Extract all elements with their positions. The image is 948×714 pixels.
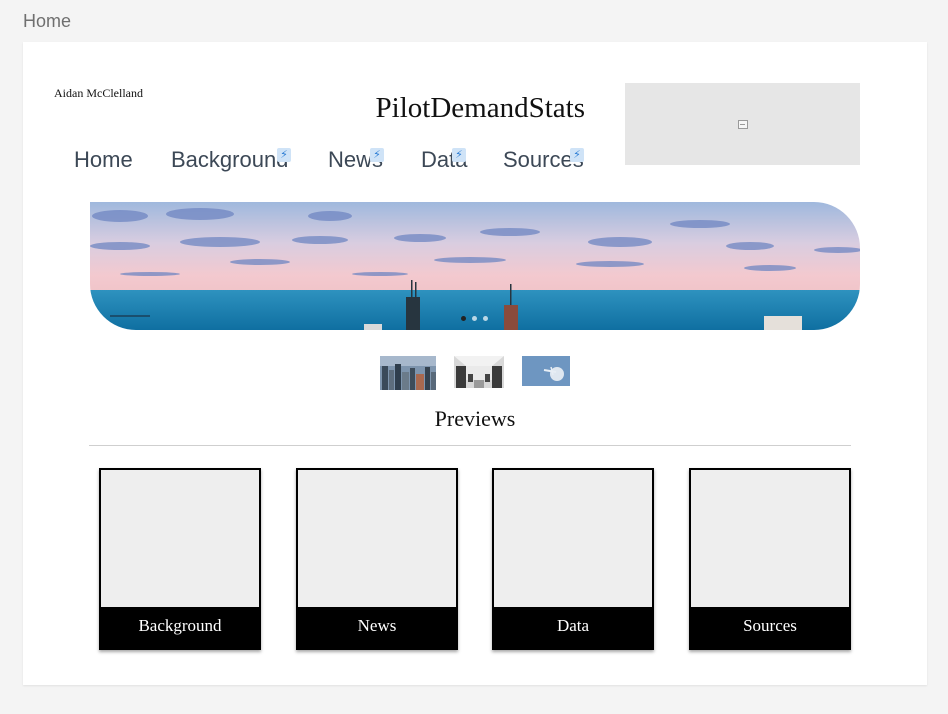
lightning-icon: ⚡ (452, 148, 466, 162)
airplane-sky-thumbnail-image (522, 356, 570, 386)
airplane-sky-thumbnail[interactable] (522, 356, 570, 391)
page-card: Aidan McClelland PilotDemandStats Home B… (23, 42, 927, 685)
carousel-dot[interactable] (483, 316, 488, 321)
lightning-icon: ⚡ (570, 148, 584, 162)
carousel-dot[interactable] (472, 316, 477, 321)
preview-card-label: News (298, 607, 456, 648)
hero-carousel[interactable] (90, 202, 860, 330)
nav-item-label: Background (171, 147, 289, 172)
preview-card-sources[interactable]: Sources (689, 468, 851, 650)
nav-item-background[interactable]: Background (171, 147, 288, 173)
previews-divider (89, 445, 851, 446)
city-skyline-thumbnail-image (380, 356, 436, 390)
preview-card-data[interactable]: Data (492, 468, 654, 650)
previews-heading: Previews (434, 406, 516, 431)
nav-item-home[interactable]: Home (74, 147, 133, 173)
aircraft-cabin-thumbnail[interactable] (454, 356, 504, 393)
site-title[interactable]: PilotDemandStats (23, 92, 585, 125)
nav-item-label: Home (74, 147, 133, 172)
aircraft-cabin-thumbnail-image (454, 356, 504, 388)
lightning-icon: ⚡ (277, 148, 291, 162)
broken-image-icon (737, 119, 748, 129)
breadcrumb[interactable]: Home (23, 11, 71, 32)
preview-card-label: Data (494, 607, 652, 648)
logo-placeholder (625, 83, 860, 165)
carousel-dots (461, 316, 488, 321)
preview-card-label: Sources (691, 607, 849, 648)
lightning-icon: ⚡ (370, 148, 384, 162)
preview-card-background[interactable]: Background (99, 468, 261, 650)
hero-slide-image (90, 202, 860, 330)
city-skyline-thumbnail[interactable] (380, 356, 436, 395)
preview-card-label: Background (101, 607, 259, 648)
preview-card-news[interactable]: News (296, 468, 458, 650)
carousel-dot[interactable] (461, 316, 466, 321)
